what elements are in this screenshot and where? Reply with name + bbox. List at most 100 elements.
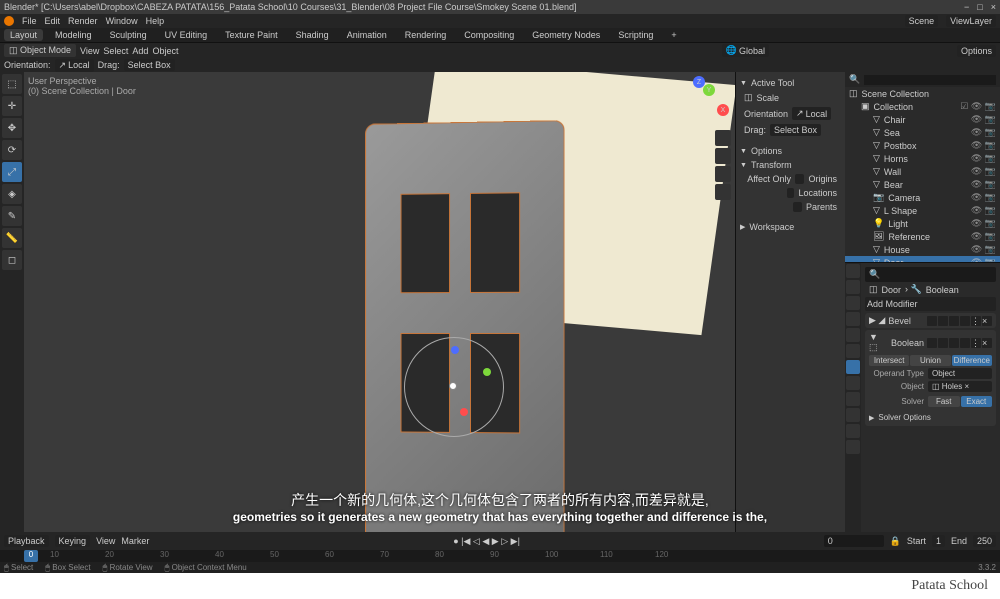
navigation-gizmo[interactable]: X Y Z (685, 76, 731, 122)
options-dropdown[interactable]: Options (957, 45, 996, 57)
zoom-icon[interactable] (715, 130, 731, 146)
ptab-modifiers[interactable] (846, 360, 860, 374)
outliner-item-horns[interactable]: ▽ Horns👁 📷 (845, 152, 1000, 165)
tab-compositing[interactable]: Compositing (458, 29, 520, 41)
current-frame[interactable]: 0 (824, 535, 884, 547)
maximize-button[interactable]: □ (977, 2, 982, 12)
timeline-ruler[interactable]: 0 102030405060708090100110120 (0, 550, 1000, 562)
tool-transform[interactable]: ◈ (2, 184, 22, 204)
jump-start-icon[interactable]: |◀ (461, 536, 470, 546)
ptab-output[interactable] (846, 280, 860, 294)
menu-edit[interactable]: Edit (45, 16, 61, 26)
menu-add[interactable]: Add (132, 46, 148, 56)
breadcrumb-object[interactable]: Door (882, 285, 902, 295)
orientation-value[interactable]: ↗ Local (55, 59, 94, 72)
tab-add[interactable]: + (665, 29, 682, 41)
pan-icon[interactable] (715, 148, 731, 164)
perspective-icon[interactable] (715, 184, 731, 200)
play-reverse-icon[interactable]: ◀ (482, 536, 489, 546)
add-modifier-button[interactable]: Add Modifier (865, 297, 996, 311)
ptab-particles[interactable] (846, 376, 860, 390)
menu-select[interactable]: Select (103, 46, 128, 56)
outliner-search[interactable] (864, 75, 996, 85)
tool-cursor[interactable]: ✛ (2, 96, 22, 116)
outliner-item-l-shape[interactable]: ▽ L Shape👁 📷 (845, 204, 1000, 217)
outliner-item-wall[interactable]: ▽ Wall👁 📷 (845, 165, 1000, 178)
camera-icon[interactable] (715, 166, 731, 182)
boolean-modifier[interactable]: ▼ ⬚ Boolean⋮× Intersect Union Difference… (865, 330, 996, 426)
ptab-data[interactable] (846, 424, 860, 438)
tool-select[interactable]: ⬚ (2, 74, 22, 94)
menu-render[interactable]: Render (68, 16, 98, 26)
boolean-union[interactable]: Union (910, 355, 950, 366)
outliner-item-bear[interactable]: ▽ Bear👁 📷 (845, 178, 1000, 191)
autokeying-icon[interactable]: ● (453, 536, 458, 546)
outliner-item-camera[interactable]: 📷 Camera👁 📷 (845, 191, 1000, 204)
menu-object[interactable]: Object (152, 46, 178, 56)
outliner-item-chair[interactable]: ▽ Chair👁 📷 (845, 113, 1000, 126)
tool-orientation[interactable]: ↗ Local (792, 107, 831, 120)
workspace-header[interactable]: Workspace (740, 220, 841, 234)
tab-sculpting[interactable]: Sculpting (104, 29, 153, 41)
boolean-difference[interactable]: Difference (952, 355, 992, 366)
tool-drag[interactable]: Select Box (770, 124, 821, 136)
drag-value[interactable]: Select Box (124, 59, 175, 71)
timeline-view[interactable]: View (96, 536, 115, 546)
close-button[interactable]: × (991, 2, 996, 12)
start-frame[interactable]: 1 (932, 535, 945, 547)
tool-measure[interactable]: 📏 (2, 228, 22, 248)
breadcrumb-modifier[interactable]: Boolean (926, 285, 959, 295)
outliner-collection[interactable]: ▣ Collection☑ 👁 📷 (845, 100, 1000, 113)
outliner-scene-collection[interactable]: ◫ Scene Collection (845, 87, 1000, 100)
playback-menu[interactable]: Playback (4, 535, 49, 547)
tab-rendering[interactable]: Rendering (399, 29, 453, 41)
ptab-scene[interactable] (846, 312, 860, 326)
menu-window[interactable]: Window (106, 16, 138, 26)
door-mesh[interactable] (365, 120, 565, 532)
solver-exact[interactable]: Exact (961, 396, 993, 407)
3d-viewport[interactable]: User Perspective (0) Scene Collection | … (24, 72, 735, 532)
playhead[interactable]: 0 (24, 550, 38, 562)
options-header[interactable]: Options (740, 144, 841, 158)
ptab-render[interactable] (846, 264, 860, 278)
menu-help[interactable]: Help (146, 16, 165, 26)
mode-dropdown[interactable]: ◫ Object Mode (4, 44, 76, 57)
keyframe-next-icon[interactable]: ▷ (501, 536, 508, 546)
ptab-material[interactable] (846, 440, 860, 454)
ptab-physics[interactable] (846, 392, 860, 406)
global-orientation[interactable]: 🌐 Global (722, 44, 769, 57)
solver-fast[interactable]: Fast (928, 396, 960, 407)
tab-modeling[interactable]: Modeling (49, 29, 98, 41)
tool-annotate[interactable]: ✎ (2, 206, 22, 226)
transform-header[interactable]: Transform (740, 158, 841, 172)
tab-shading[interactable]: Shading (290, 29, 335, 41)
tool-rotate[interactable]: ⟳ (2, 140, 22, 160)
affect-origins-checkbox[interactable] (795, 174, 804, 184)
outliner-item-light[interactable]: 💡 Light👁 📷 (845, 217, 1000, 230)
minimize-button[interactable]: − (964, 2, 969, 12)
tool-add-cube[interactable]: ◻ (2, 250, 22, 270)
timeline-marker[interactable]: Marker (121, 536, 149, 546)
menu-view[interactable]: View (80, 46, 99, 56)
keying-menu[interactable]: Keying (55, 535, 91, 547)
solver-options[interactable]: Solver Options (869, 411, 992, 424)
tab-geometry-nodes[interactable]: Geometry Nodes (526, 29, 606, 41)
affect-parents-checkbox[interactable] (793, 202, 802, 212)
ptab-constraints[interactable] (846, 408, 860, 422)
ptab-world[interactable] (846, 328, 860, 342)
bevel-modifier[interactable]: ▶ ◢ Bevel⋮× (865, 313, 996, 328)
scene-dropdown[interactable]: Scene (905, 15, 939, 27)
outliner-item-house[interactable]: ▽ House👁 📷 (845, 243, 1000, 256)
tab-scripting[interactable]: Scripting (612, 29, 659, 41)
tab-layout[interactable]: Layout (4, 29, 43, 41)
tab-animation[interactable]: Animation (341, 29, 393, 41)
outliner-item-postbox[interactable]: ▽ Postbox👁 📷 (845, 139, 1000, 152)
jump-end-icon[interactable]: ▶| (511, 536, 520, 546)
tool-move[interactable]: ✥ (2, 118, 22, 138)
outliner-item-reference[interactable]: 🖼 Reference👁 📷 (845, 230, 1000, 243)
affect-locations-checkbox[interactable] (787, 188, 795, 198)
end-frame[interactable]: 250 (973, 535, 996, 547)
operand-type[interactable]: Object (928, 368, 992, 379)
ptab-object[interactable] (846, 344, 860, 358)
boolean-object[interactable]: ◫ Holes × (928, 381, 992, 392)
